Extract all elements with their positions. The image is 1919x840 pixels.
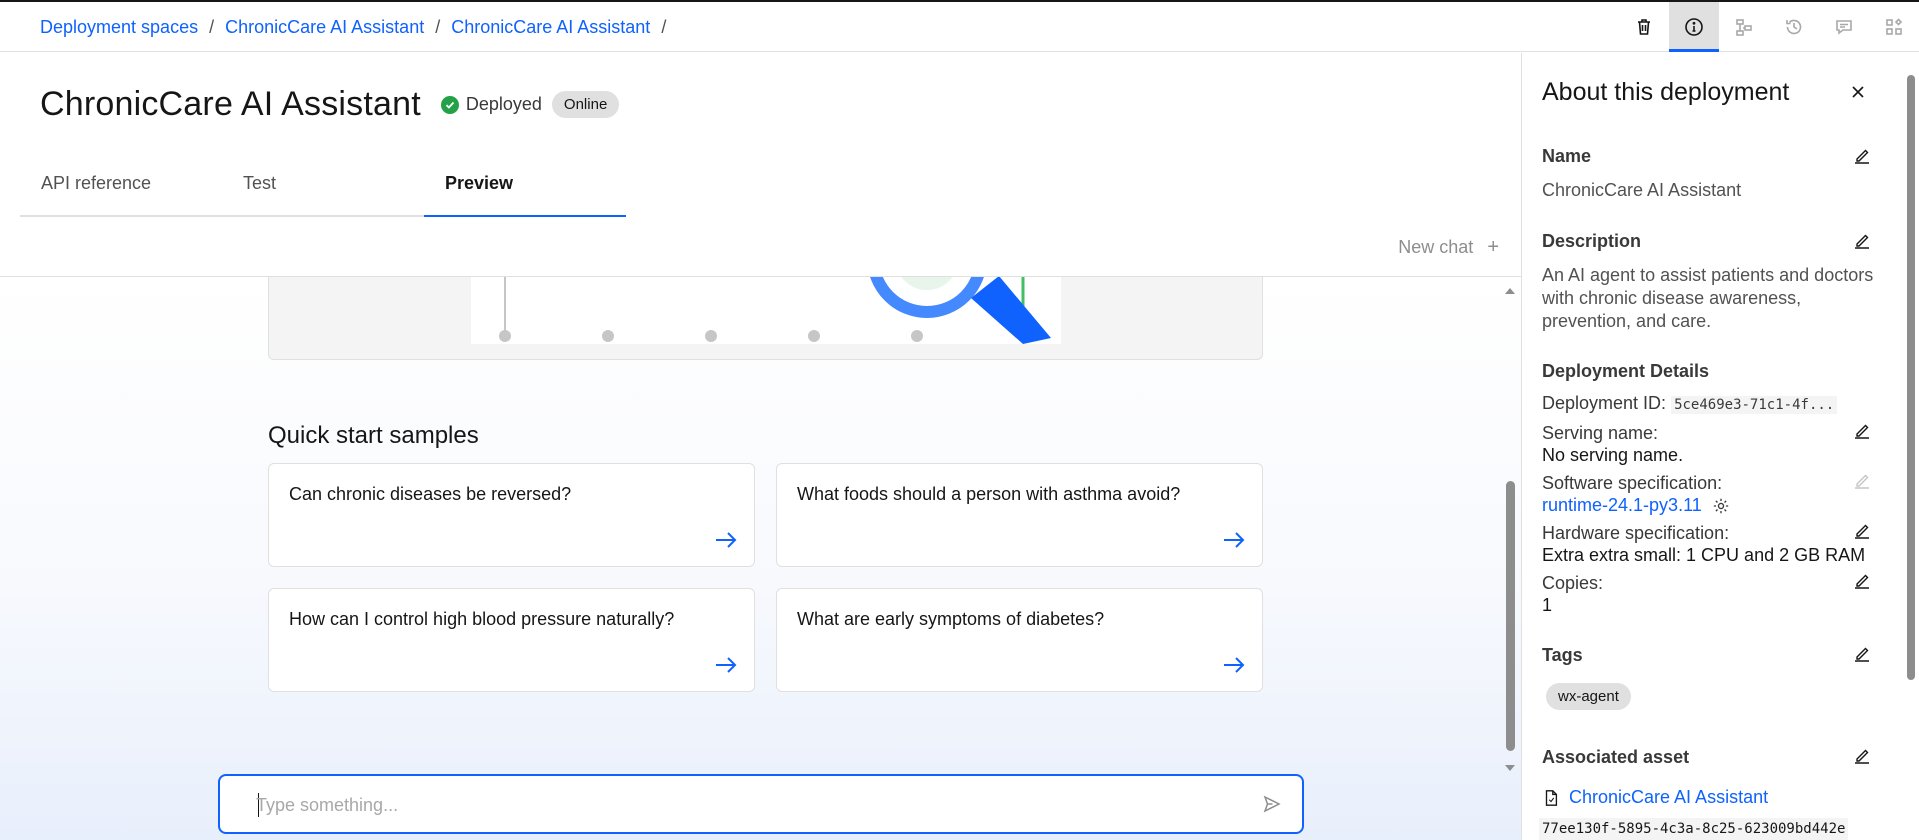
serving-name-label: Serving name: xyxy=(1542,423,1659,443)
scroll-up-icon[interactable] xyxy=(1503,286,1517,296)
tag-wx-agent: wx-agent xyxy=(1546,683,1631,710)
arrow-right-icon xyxy=(716,532,737,548)
edit-asset-icon[interactable] xyxy=(1852,746,1872,766)
new-chat-button[interactable]: New chat + xyxy=(1398,236,1499,259)
panel-title: About this deployment xyxy=(1542,78,1790,106)
apps-button[interactable] xyxy=(1869,2,1919,52)
name-value: ChronicCare AI Assistant xyxy=(1542,180,1742,200)
info-button[interactable] xyxy=(1669,2,1719,52)
flow-button[interactable] xyxy=(1719,2,1769,52)
welcome-illustration xyxy=(471,277,1061,344)
magnifier-chart-illustration xyxy=(499,277,1051,344)
edit-tags-icon[interactable] xyxy=(1852,644,1872,664)
associated-asset-label: Associated asset xyxy=(1542,747,1690,767)
sample-prompt-text: What are early symptoms of diabetes? xyxy=(797,609,1105,629)
quick-start-title: Quick start samples xyxy=(268,422,479,449)
welcome-card xyxy=(268,277,1263,360)
edit-hardware-spec-icon[interactable] xyxy=(1852,521,1872,541)
history-icon xyxy=(1786,19,1802,35)
breadcrumb-deployment-spaces[interactable]: Deployment spaces xyxy=(40,17,198,38)
gear-icon[interactable] xyxy=(1712,497,1730,515)
hardware-spec-label: Hardware specification: xyxy=(1542,523,1730,543)
main-content: ChronicCare AI Assistant Deployed Online… xyxy=(0,53,1521,840)
deployment-status: Deployed xyxy=(440,94,542,115)
tab-list: API reference Test Preview xyxy=(20,173,626,217)
edit-serving-name-icon[interactable] xyxy=(1852,421,1872,441)
hardware-spec-value: Extra extra small: 1 CPU and 2 GB RAM xyxy=(1542,545,1866,565)
description-value: An AI agent to assist patients and docto… xyxy=(1542,265,1874,331)
checkmark-icon xyxy=(440,95,459,114)
breadcrumb-space[interactable]: ChronicCare AI Assistant xyxy=(225,17,424,38)
software-spec-link[interactable]: runtime-24.1-py3.11 xyxy=(1542,494,1702,517)
edit-name-icon[interactable] xyxy=(1852,146,1872,166)
name-label: Name xyxy=(1542,146,1592,166)
panel-scrollbar-thumb[interactable] xyxy=(1907,75,1915,680)
chat-input[interactable] xyxy=(256,792,1216,818)
deployment-id-value[interactable]: 5ce469e3-71c1-4f... xyxy=(1671,396,1838,414)
new-chat-label: New chat xyxy=(1398,237,1474,257)
close-panel-button[interactable] xyxy=(1844,78,1872,106)
status-badge: Online xyxy=(551,91,620,118)
page-title: ChronicCare AI Assistant xyxy=(40,85,421,123)
copies-label: Copies: xyxy=(1542,573,1604,593)
breadcrumb: Deployment spaces / ChronicCare AI Assis… xyxy=(40,17,677,38)
breadcrumb-separator: / xyxy=(435,17,441,37)
delete-button[interactable] xyxy=(1619,2,1669,52)
title-row: ChronicCare AI Assistant Deployed Online xyxy=(40,85,620,124)
sample-prompt-card[interactable]: Can chronic diseases be reversed? xyxy=(268,463,755,567)
panel-scrollbar[interactable] xyxy=(1906,75,1916,685)
sample-prompt-text: What foods should a person with asthma a… xyxy=(797,484,1181,504)
description-label: Description xyxy=(1542,231,1642,251)
associated-asset-link[interactable]: ChronicCare AI Assistant xyxy=(1569,786,1768,809)
edit-description-icon[interactable] xyxy=(1852,231,1872,251)
associated-asset-id: 77ee130f-5895-4c3a-8c25-623009bd442e xyxy=(1539,818,1849,840)
document-icon xyxy=(1545,789,1558,806)
arrow-right-icon xyxy=(1224,657,1245,673)
header-bar: Deployment spaces / ChronicCare AI Assis… xyxy=(0,2,1919,52)
arrow-right-icon xyxy=(1224,532,1245,548)
associated-asset-row: ChronicCare AI Assistant xyxy=(1542,786,1768,809)
chat-scrollbar[interactable] xyxy=(1503,283,1517,773)
deployment-id-label: Deployment ID: xyxy=(1542,393,1667,413)
send-icon[interactable] xyxy=(1262,794,1282,814)
breadcrumb-separator: / xyxy=(661,17,667,37)
deployment-id-row: Deployment ID: 5ce469e3-71c1-4f... xyxy=(1542,392,1838,417)
tags-label: Tags xyxy=(1542,645,1583,665)
edit-software-spec-icon xyxy=(1855,474,1869,489)
sample-prompt-card[interactable]: What are early symptoms of diabetes? xyxy=(776,588,1263,692)
copies-value: 1 xyxy=(1542,595,1553,615)
tab-test[interactable]: Test xyxy=(222,173,424,217)
status-text: Deployed xyxy=(465,94,542,114)
software-spec-row: runtime-24.1-py3.11 xyxy=(1542,494,1730,517)
sample-prompt-card[interactable]: How can I control high blood pressure na… xyxy=(268,588,755,692)
chat-area: Quick start samples Can chronic diseases… xyxy=(0,276,1521,840)
scroll-down-icon[interactable] xyxy=(1503,763,1517,773)
tab-api-reference[interactable]: API reference xyxy=(20,173,222,217)
chat-input-box xyxy=(218,774,1304,834)
history-button[interactable] xyxy=(1769,2,1819,52)
trash-icon xyxy=(1638,19,1650,35)
flow-icon xyxy=(1736,19,1752,36)
close-icon xyxy=(1852,86,1864,98)
sample-prompt-text: How can I control high blood pressure na… xyxy=(289,609,675,629)
edit-copies-icon[interactable] xyxy=(1852,571,1872,591)
toolbar xyxy=(1619,2,1919,52)
arrow-right-icon xyxy=(716,657,737,673)
software-spec-label: Software specification: xyxy=(1542,473,1723,493)
about-deployment-panel: About this deployment Name ChronicCare A… xyxy=(1521,53,1919,840)
breadcrumb-deployment[interactable]: ChronicCare AI Assistant xyxy=(451,17,650,38)
sample-prompt-card[interactable]: What foods should a person with asthma a… xyxy=(776,463,1263,567)
apps-icon xyxy=(1886,18,1903,35)
scrollbar-thumb[interactable] xyxy=(1506,481,1515,751)
breadcrumb-separator: / xyxy=(209,17,215,37)
sample-prompt-text: Can chronic diseases be reversed? xyxy=(289,484,572,504)
plus-icon: + xyxy=(1487,236,1499,258)
tab-preview[interactable]: Preview xyxy=(424,173,626,217)
chat-icon xyxy=(1836,20,1852,35)
comments-button[interactable] xyxy=(1819,2,1869,52)
serving-name-value: No serving name. xyxy=(1542,445,1684,465)
deployment-details-label: Deployment Details xyxy=(1542,361,1710,381)
info-icon xyxy=(1685,18,1703,36)
